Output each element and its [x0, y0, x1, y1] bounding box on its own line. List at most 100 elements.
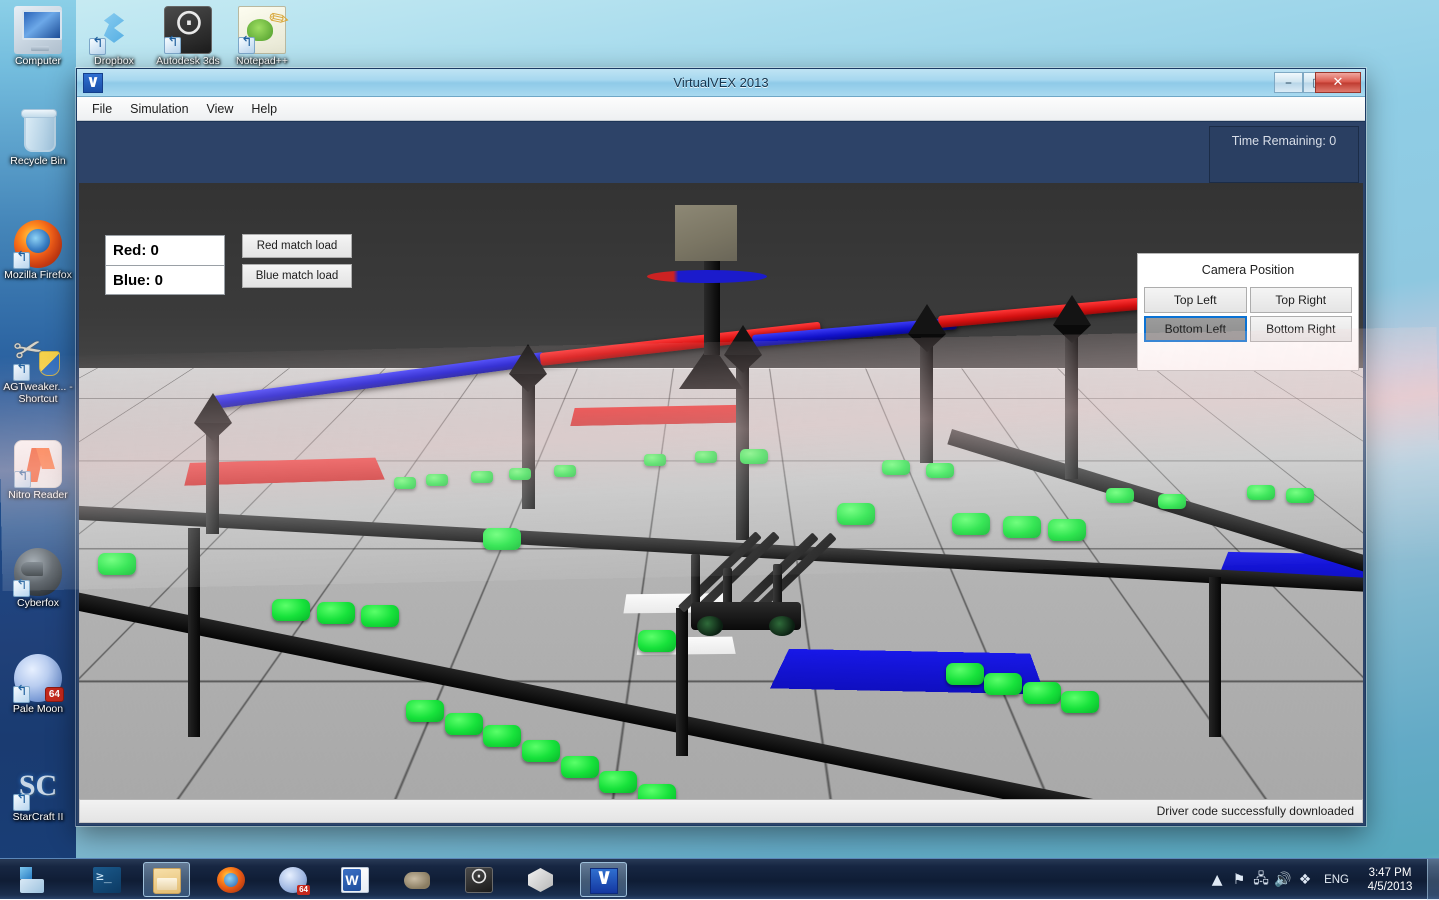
taskbar-firefox[interactable]	[208, 862, 255, 897]
menu-file[interactable]: File	[83, 99, 121, 119]
game-sack	[554, 465, 576, 477]
game-sack	[426, 474, 448, 486]
camera-top-right-button[interactable]: Top Right	[1250, 287, 1353, 313]
desktop-icon-cyberfox[interactable]: Cyberfox	[0, 548, 76, 610]
starcraft-icon	[14, 762, 62, 810]
game-sack	[644, 454, 666, 466]
taskbar-pale-moon[interactable]: 64	[270, 862, 317, 897]
flag-icon[interactable]: ⚑	[1228, 872, 1250, 888]
shortcut-arrow-icon	[89, 38, 106, 55]
show-desktop-button[interactable]	[1427, 859, 1439, 900]
clock-time: 3:47 PM	[1357, 866, 1423, 880]
taskbar-autodesk[interactable]	[456, 862, 503, 897]
field-post-1	[206, 423, 219, 534]
network-icon[interactable]: 🖧	[1250, 868, 1272, 892]
firefox-icon	[217, 867, 245, 893]
desktop-icon-nitro-reader[interactable]: Nitro Reader	[0, 440, 76, 502]
game-sack	[471, 471, 493, 483]
clock[interactable]: 3:47 PM 4/5/2013	[1357, 866, 1423, 894]
volume-icon[interactable]: 🔊	[1272, 872, 1294, 888]
game-sack	[1106, 488, 1134, 503]
virtualvex-window[interactable]: VirtualVEX 2013 – □ ✕ File Simulation Vi…	[76, 68, 1366, 826]
shortcut-arrow-icon	[164, 37, 181, 54]
taskbar-word[interactable]	[332, 862, 379, 897]
game-sack	[483, 725, 521, 747]
desktop-icon-pale-moon[interactable]: 64 Pale Moon	[0, 654, 76, 716]
taskbar-unity[interactable]	[518, 862, 565, 897]
simulation-viewport[interactable]: Time Remaining: 0 Red: 0 Blue: 0 Red mat…	[79, 122, 1363, 799]
language-indicator[interactable]: ENG	[1316, 874, 1357, 886]
powershell-icon	[93, 867, 121, 893]
game-sack	[984, 673, 1022, 695]
game-sack	[695, 451, 717, 463]
robot-wheel	[697, 616, 723, 636]
window-titlebar[interactable]: VirtualVEX 2013 – □ ✕	[77, 69, 1365, 97]
desktop-icon-label: Cyberfox	[0, 598, 76, 610]
desktop-icon-computer[interactable]: Computer	[0, 6, 76, 68]
menu-simulation[interactable]: Simulation	[121, 99, 197, 119]
game-sack	[882, 460, 910, 475]
desktop-icon-label: Computer	[0, 56, 76, 68]
window-client-area: Time Remaining: 0 Red: 0 Blue: 0 Red mat…	[77, 122, 1365, 825]
autodesk-3ds-icon	[164, 6, 212, 54]
desktop-icon-label: Notepad++	[224, 56, 300, 68]
desktop-icon-label: StarCraft II	[0, 812, 76, 824]
menu-view[interactable]: View	[198, 99, 243, 119]
hud-header-bar: Time Remaining: 0	[79, 122, 1363, 183]
dropbox-icon[interactable]: ❖	[1294, 872, 1316, 888]
pale-moon-64-badge: 64	[297, 885, 310, 895]
menu-help[interactable]: Help	[242, 99, 286, 119]
show-hidden-icons-icon[interactable]: ▲	[1206, 872, 1228, 888]
desktop-icon-label: Nitro Reader	[0, 490, 76, 502]
red-score: Red: 0	[106, 236, 224, 265]
system-tray[interactable]: ▲ ⚑ 🖧 🔊 ❖ ENG 3:47 PM 4/5/2013	[1206, 859, 1439, 900]
start-button[interactable]	[6, 861, 62, 898]
recycle-bin-icon	[14, 106, 62, 154]
desktop-icon-autodesk-3ds[interactable]: Autodesk 3ds	[150, 6, 226, 68]
game-sack	[638, 630, 676, 652]
close-button[interactable]: ✕	[1315, 72, 1361, 93]
virtualvex-icon	[590, 868, 618, 894]
red-match-load-button[interactable]: Red match load	[242, 234, 352, 258]
desktop-icon-notepad-plus-plus[interactable]: Notepad++	[224, 6, 300, 68]
desktop[interactable]: Computer Recycle Bin Mozilla Firefox AGT…	[0, 0, 1439, 899]
game-sack	[946, 663, 984, 685]
camera-bottom-left-button[interactable]: Bottom Left	[1144, 316, 1247, 342]
game-sack	[406, 700, 444, 722]
blue-match-load-button[interactable]: Blue match load	[242, 264, 352, 288]
desktop-icon-label: AGTweaker... - Shortcut	[0, 382, 76, 405]
taskbar-virtualvex[interactable]	[580, 862, 627, 897]
vex-robot[interactable]	[673, 482, 873, 632]
taskbar-explorer[interactable]	[143, 862, 190, 897]
rail-leg-left	[188, 528, 200, 737]
center-goal-box	[675, 205, 737, 261]
desktop-icon-label: Dropbox	[76, 56, 152, 68]
shortcut-arrow-icon	[13, 794, 30, 811]
desktop-icon-agtweaker[interactable]: AGTweaker... - Shortcut	[0, 332, 76, 405]
pale-moon-64-badge: 64	[45, 687, 64, 702]
game-sack	[599, 771, 637, 793]
minimize-button[interactable]: –	[1274, 72, 1303, 93]
cyberfox-icon	[14, 548, 62, 596]
taskbar-powershell[interactable]	[84, 862, 131, 897]
shortcut-arrow-icon	[14, 471, 31, 488]
desktop-icon-recycle-bin[interactable]: Recycle Bin	[0, 106, 76, 168]
game-sack	[317, 602, 355, 624]
nitro-reader-icon	[14, 440, 62, 488]
window-title: VirtualVEX 2013	[77, 69, 1365, 97]
desktop-icon-mozilla-firefox[interactable]: Mozilla Firefox	[0, 220, 76, 282]
camera-button-grid: Top Left Top Right Bottom Left Bottom Ri…	[1138, 277, 1358, 342]
desktop-icon-starcraft-ii[interactable]: StarCraft II	[0, 762, 76, 824]
game-sack	[1247, 485, 1275, 500]
desktop-icon-dropbox[interactable]: Dropbox	[76, 6, 152, 68]
camera-bottom-right-button[interactable]: Bottom Right	[1250, 316, 1353, 342]
red-floor-tile-mid	[571, 404, 750, 425]
camera-top-left-button[interactable]: Top Left	[1144, 287, 1247, 313]
desktop-icon-label: Recycle Bin	[0, 156, 76, 168]
desktop-icon-label: Mozilla Firefox	[0, 270, 76, 282]
menubar[interactable]: File Simulation View Help	[77, 97, 1365, 121]
post-cap-icon	[908, 304, 946, 334]
taskbar-gimp[interactable]	[394, 862, 441, 897]
taskbar[interactable]: 64 ▲ ⚑ 🖧 🔊 ❖ ENG 3:47 PM 4/5/2013	[0, 858, 1439, 899]
desktop-icon-label: Autodesk 3ds	[150, 56, 226, 68]
